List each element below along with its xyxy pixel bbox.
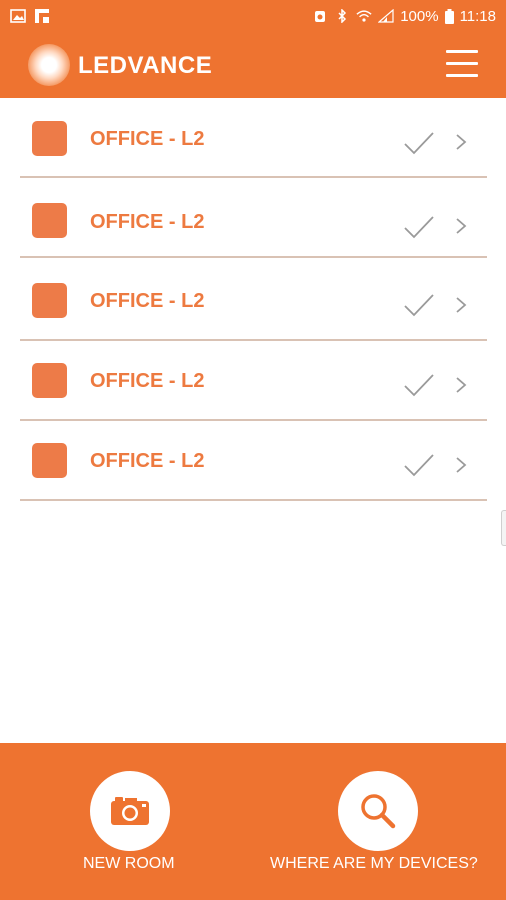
bottom-action-bar: NEW ROOM WHERE ARE MY DEVICES?	[0, 743, 506, 900]
room-name: OFFICE - L2	[90, 211, 205, 233]
check-icon	[404, 294, 434, 317]
new-room-button[interactable]: NEW ROOM	[70, 743, 190, 900]
camera-icon	[111, 797, 149, 825]
wifi-icon	[356, 10, 372, 22]
room-color-swatch	[32, 121, 67, 156]
status-bar: 100% 11:18	[0, 0, 506, 32]
signal-icon	[378, 9, 394, 23]
bluetooth-icon	[338, 9, 347, 23]
room-name: OFFICE - L2	[90, 290, 205, 312]
battery-icon	[444, 8, 454, 24]
find-devices-icon-circle[interactable]	[338, 771, 418, 851]
chevron-right-icon[interactable]	[455, 133, 467, 151]
clock: 11:18	[459, 7, 496, 25]
chevron-right-icon[interactable]	[455, 217, 467, 235]
new-room-icon-circle[interactable]	[90, 771, 170, 851]
scroll-edge-handle[interactable]	[501, 510, 506, 546]
room-color-swatch	[32, 443, 67, 478]
chevron-right-icon[interactable]	[455, 456, 467, 474]
chevron-right-icon[interactable]	[455, 376, 467, 394]
room-item[interactable]: OFFICE - L2	[20, 261, 487, 341]
check-icon	[404, 216, 434, 239]
brand-name: LEDVANCE	[78, 52, 213, 79]
room-color-swatch	[32, 283, 67, 318]
new-room-label: NEW ROOM	[83, 855, 175, 872]
room-name: OFFICE - L2	[90, 128, 205, 150]
room-color-swatch	[32, 203, 67, 238]
where-are-my-devices-label: WHERE ARE MY DEVICES?	[270, 855, 478, 872]
hamburger-menu-icon[interactable]	[446, 50, 478, 80]
ledvance-logo-icon	[28, 44, 70, 86]
battery-percent: 100%	[400, 7, 439, 25]
check-icon	[404, 454, 434, 477]
chevron-right-icon[interactable]	[455, 296, 467, 314]
room-item[interactable]: OFFICE - L2	[20, 341, 487, 421]
room-item[interactable]: OFFICE - L2	[20, 421, 487, 501]
room-color-swatch	[32, 363, 67, 398]
room-item[interactable]: OFFICE - L2	[20, 178, 487, 258]
room-name: OFFICE - L2	[90, 370, 205, 392]
flipboard-icon	[35, 9, 49, 23]
room-item[interactable]: OFFICE - L2	[20, 98, 487, 178]
app-bar: LEDVANCE	[0, 32, 506, 98]
check-icon	[404, 374, 434, 397]
gallery-icon	[10, 9, 26, 23]
alarm-icon	[315, 11, 326, 22]
room-name: OFFICE - L2	[90, 450, 205, 472]
check-icon	[404, 132, 434, 155]
search-icon	[361, 794, 396, 829]
where-are-my-devices-button[interactable]: WHERE ARE MY DEVICES?	[268, 743, 488, 900]
